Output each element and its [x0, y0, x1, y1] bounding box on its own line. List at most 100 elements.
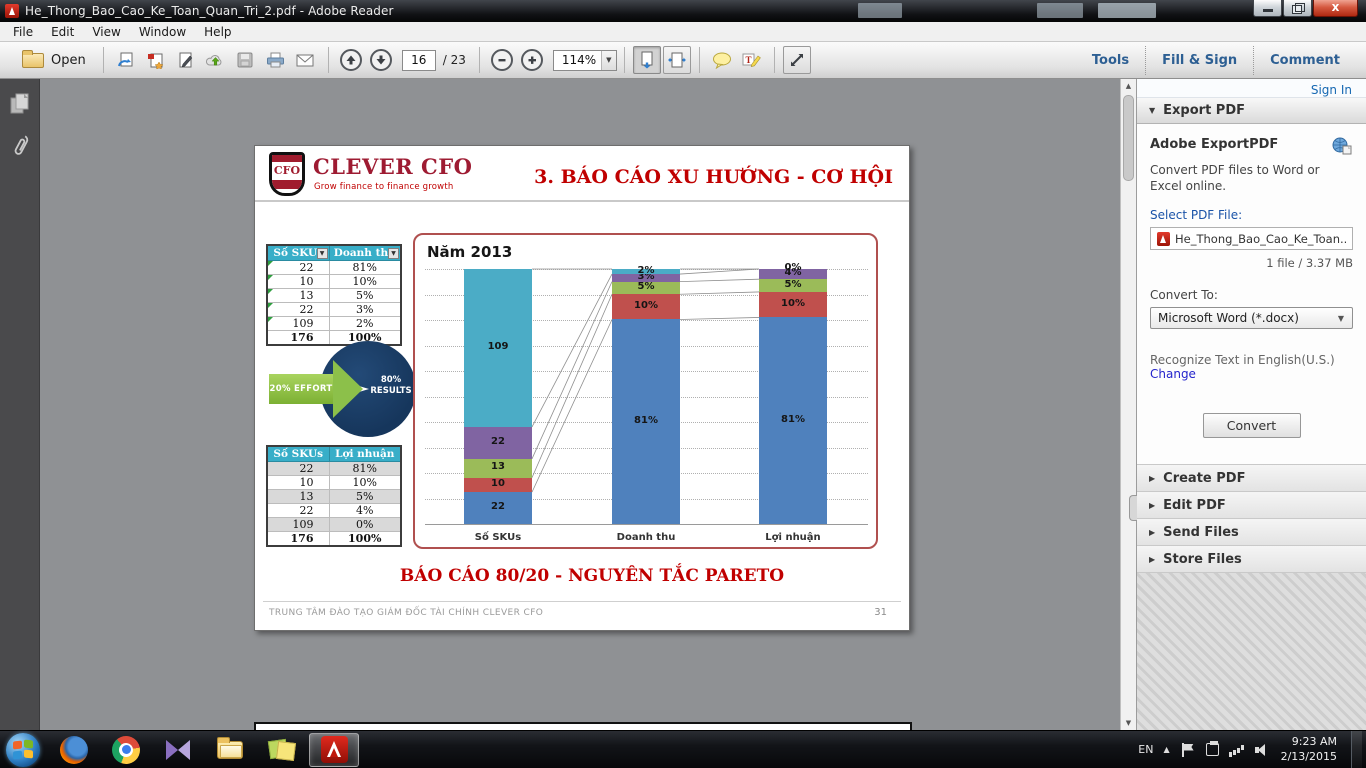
save-button[interactable] [232, 46, 260, 74]
scrollbar-thumb[interactable] [1123, 95, 1134, 181]
scroll-up-icon[interactable]: ▲ [1121, 79, 1136, 93]
fit-width-button[interactable] [663, 46, 691, 74]
tab-tools[interactable]: Tools [1076, 46, 1145, 75]
close-button[interactable]: x [1313, 0, 1358, 17]
scroll-down-icon[interactable]: ▼ [1121, 716, 1136, 730]
revenue-table: Số SKUs▼Doanh thu▼2281%1010%135%223%1092… [266, 244, 402, 346]
zoom-in-icon [521, 49, 543, 71]
firefox-icon[interactable] [49, 733, 99, 767]
open-button[interactable]: Open [13, 45, 95, 75]
zoom-level-control[interactable]: 114% ▼ [553, 50, 617, 71]
segment-label: 2% [612, 265, 680, 276]
filter-dropdown-icon: ▼ [388, 248, 399, 259]
tab-fill-sign[interactable]: Fill & Sign [1145, 46, 1253, 75]
minimize-button[interactable] [1253, 0, 1282, 17]
next-page-button[interactable] [367, 46, 395, 74]
triangle-down-icon: ▼ [1149, 106, 1155, 115]
pdf-file-icon [5, 4, 19, 18]
table-header-row: Số SKUsLợi nhuận [267, 446, 401, 461]
panel-section-create-pdf[interactable]: ▶Create PDF [1137, 464, 1366, 491]
previous-page-button[interactable] [337, 46, 365, 74]
chevron-down-icon: ▼ [1338, 314, 1352, 323]
segment-label: 13 [464, 461, 532, 472]
scroll-mode-button[interactable] [633, 46, 661, 74]
open-folder-icon [22, 53, 44, 68]
restore-button[interactable] [1283, 0, 1312, 17]
panel-section-edit-pdf[interactable]: ▶Edit PDF [1137, 491, 1366, 518]
tab-comment[interactable]: Comment [1253, 46, 1356, 75]
email-button[interactable] [292, 46, 320, 74]
chrome-icon[interactable] [101, 733, 151, 767]
triangle-right-icon: ▶ [1149, 528, 1155, 537]
volume-icon[interactable] [1255, 743, 1271, 757]
segment-label: 22 [464, 501, 532, 512]
start-button[interactable] [6, 733, 40, 767]
fullscreen-button[interactable] [783, 46, 811, 74]
save-icon [237, 52, 254, 69]
expand-tray-icon[interactable]: ▲ [1163, 745, 1169, 754]
print-icon [266, 52, 285, 69]
vertical-scrollbar[interactable]: ▲ ▼ [1120, 79, 1136, 730]
format-select[interactable]: Microsoft Word (*.docx) ▼ [1150, 307, 1353, 329]
adobe-reader-icon[interactable] [309, 733, 359, 767]
convert-button[interactable]: Convert [1203, 413, 1301, 438]
page-number-input[interactable] [402, 50, 436, 71]
category-label: Doanh thu [601, 532, 691, 543]
export-pdf-section-header[interactable]: ▼ Export PDF [1137, 98, 1366, 124]
table-row: 1010% [267, 475, 401, 489]
triangle-right-icon: ▶ [1149, 501, 1155, 510]
panel-section-store-files[interactable]: ▶Store Files [1137, 545, 1366, 572]
page-thumbnails-icon[interactable] [10, 93, 30, 115]
device-icon[interactable] [1206, 743, 1219, 756]
menu-window[interactable]: Window [130, 23, 195, 41]
table-cell: 10 [267, 475, 329, 489]
scroll-mode-icon [638, 51, 656, 69]
share-upload-button[interactable] [202, 46, 230, 74]
panel-collapse-handle[interactable] [1129, 495, 1137, 521]
table-cell: 109 [267, 517, 329, 531]
selected-file-chip[interactable]: He_Thong_Bao_Cao_Ke_Toan... [1150, 227, 1353, 250]
show-desktop-button[interactable] [1351, 731, 1362, 768]
table-row: 1010% [267, 274, 401, 288]
zoom-in-button[interactable] [518, 46, 546, 74]
segment-label: 81% [759, 414, 827, 425]
print-button[interactable] [262, 46, 290, 74]
panel-section-send-files[interactable]: ▶Send Files [1137, 518, 1366, 545]
menu-edit[interactable]: Edit [42, 23, 83, 41]
comment-button[interactable] [708, 46, 736, 74]
export-file-button[interactable] [112, 46, 140, 74]
sign-in-link[interactable]: Sign In [1311, 81, 1352, 99]
language-indicator[interactable]: EN [1138, 743, 1153, 756]
kmplayer-icon[interactable] [153, 733, 203, 767]
menu-view[interactable]: View [83, 23, 129, 41]
attachments-icon[interactable] [11, 133, 29, 159]
sign-document-button[interactable] [172, 46, 200, 74]
svg-text:T: T [746, 55, 752, 65]
clock[interactable]: 9:23 AM 2/13/2015 [1281, 735, 1341, 765]
service-title: Adobe ExportPDF [1150, 137, 1278, 152]
panel-sections: ▶Create PDF▶Edit PDF▶Send Files▶Store Fi… [1137, 464, 1366, 572]
triangle-right-icon: ▶ [1149, 555, 1155, 564]
zoom-out-button[interactable] [488, 46, 516, 74]
segment-label: 10% [759, 298, 827, 309]
title-bar: He_Thong_Bao_Cao_Ke_Toan_Quan_Tri_2.pdf … [0, 0, 1366, 22]
column-header: Số SKUs▼ [267, 245, 329, 260]
highlight-button[interactable]: T [738, 46, 766, 74]
action-center-flag-icon[interactable] [1180, 743, 1196, 757]
tools-panel: Sign In ▼ Export PDF Adobe ExportPDF Con… [1136, 79, 1366, 730]
chevron-down-icon[interactable]: ▼ [601, 51, 616, 70]
table-cell: 10% [329, 274, 401, 288]
explorer-icon[interactable] [205, 733, 255, 767]
menu-file[interactable]: File [4, 23, 42, 41]
network-signal-icon[interactable] [1229, 743, 1245, 757]
pareto-chart: Năm 2013 22101322109Số SKUs81%10%5%3%2%D… [413, 233, 878, 549]
sticky-notes-icon[interactable] [257, 733, 307, 767]
menu-help[interactable]: Help [195, 23, 240, 41]
pdf-file-icon [1157, 232, 1170, 246]
table-cell: 22 [267, 260, 329, 274]
change-link[interactable]: Change [1150, 367, 1353, 381]
create-pdf-button[interactable] [142, 46, 170, 74]
table-row: 224% [267, 503, 401, 517]
table-cell: 13 [267, 489, 329, 503]
recognize-text-line: Recognize Text in English(U.S.) [1150, 353, 1353, 367]
